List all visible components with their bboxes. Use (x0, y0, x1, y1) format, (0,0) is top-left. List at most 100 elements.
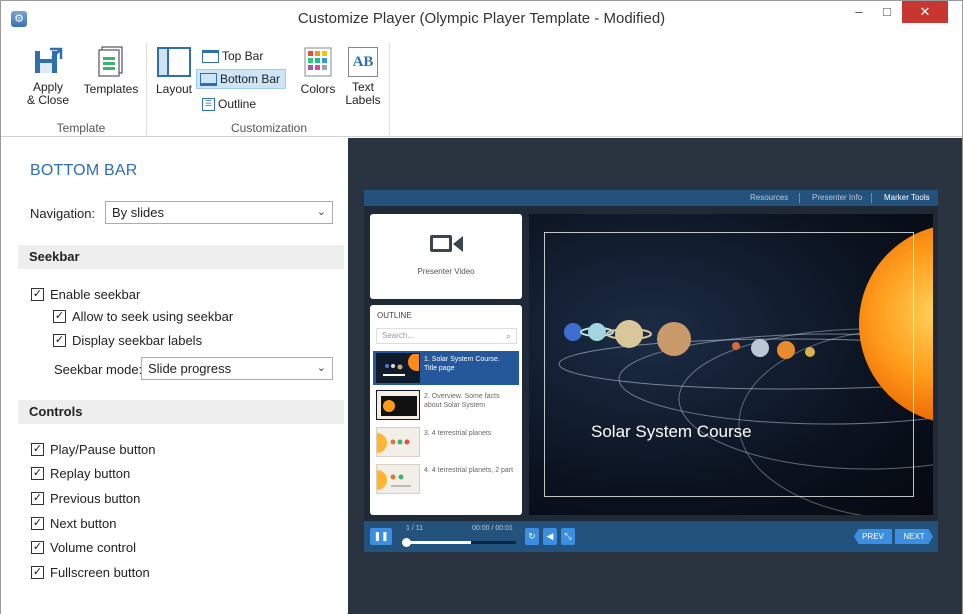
templates-label: Templates (83, 82, 139, 96)
bottom-bar-label: Bottom Bar (220, 72, 281, 86)
seekbar-mode-select[interactable]: Slide progress ⌄ (141, 357, 333, 380)
save-icon (35, 47, 63, 73)
apply-close-button[interactable]: Apply & Close (23, 45, 73, 107)
replay-icon: ↻ (528, 531, 536, 541)
colors-button[interactable]: Colors (297, 47, 339, 96)
presenter-info-link[interactable]: Presenter Info (812, 193, 862, 202)
replay-label: Replay button (50, 465, 131, 481)
pause-button[interactable]: ❚❚ (370, 528, 392, 545)
next-checkbox[interactable]: ✓ Next button (31, 514, 117, 532)
layout-button[interactable]: Layout (153, 47, 195, 96)
outline-item[interactable]: 4. 4 terrestrial planets, 2 part (373, 462, 519, 496)
checkbox-checked-icon: ✓ (31, 491, 44, 505)
customize-player-window: ⚙ Customize Player (Olympic Player Templ… (0, 0, 963, 614)
controls-section-header: Controls (18, 400, 344, 424)
player-bottom-bar: ❚❚ 1 / 11 00:00 / 00:01 ↻ ◀ ⤡ PREV NEXT (364, 521, 938, 552)
outline-title: OUTLINE (377, 311, 412, 320)
slide-thumbnail (376, 427, 420, 457)
outline-item[interactable]: 2. Overview. Some facts about Solar Syst… (373, 388, 519, 422)
minimize-button[interactable]: – (846, 1, 872, 23)
search-icon: ⌕ (505, 331, 511, 341)
seekbar[interactable] (404, 541, 516, 544)
player-preview: Resources Presenter Info Marker Tools Pr… (348, 138, 962, 614)
next-label: Next button (50, 515, 117, 531)
video-camera-lens-icon (453, 236, 463, 252)
checkbox-checked-icon: ✓ (31, 540, 44, 554)
volume-button[interactable]: ◀ (543, 528, 557, 545)
time-label: 00:00 / 00:01 (472, 525, 513, 532)
play-pause-label: Play/Pause button (50, 441, 156, 457)
volume-icon: ◀ (546, 531, 554, 541)
chevron-down-icon: ⌄ (316, 362, 326, 374)
text-labels-icon: AB (348, 47, 378, 77)
navigation-value: By slides (112, 205, 165, 220)
search-placeholder: Search... (382, 331, 415, 340)
slide-frame (544, 232, 914, 497)
bottom-bar-icon (200, 72, 217, 86)
close-button[interactable]: ✕ (902, 1, 948, 23)
checkbox-checked-icon: ✓ (31, 287, 44, 301)
fullscreen-icon: ⤡ (564, 531, 572, 541)
seekbar-mode-value: Slide progress (148, 361, 232, 376)
text-label-line2: Labels (345, 93, 381, 107)
volume-checkbox[interactable]: ✓ Volume control (31, 538, 136, 556)
presenter-video-box: Presenter Video (370, 214, 522, 299)
window-title: Customize Player (Olympic Player Templat… (297, 10, 666, 27)
checkbox-checked-icon: ✓ (31, 565, 44, 579)
enable-seekbar-label: Enable seekbar (50, 286, 141, 302)
checkbox-checked-icon: ✓ (31, 466, 44, 480)
volume-label: Volume control (50, 539, 136, 555)
marker-tools-link[interactable]: Marker Tools (884, 193, 930, 202)
replay-checkbox[interactable]: ✓ Replay button (31, 464, 130, 482)
checkbox-checked-icon: ✓ (53, 309, 66, 323)
colors-palette-icon (304, 47, 332, 77)
outline-item-text: 1. Solar System Course. Title page (424, 356, 500, 372)
outline-item-text: 3. 4 terrestrial planets (424, 430, 492, 437)
next-button[interactable]: NEXT (895, 529, 933, 544)
slide-canvas: Solar System Course (529, 214, 933, 515)
chevron-down-icon: ⌄ (316, 206, 326, 218)
player-top-bar: Resources Presenter Info Marker Tools (364, 190, 938, 206)
seekbar-progress (404, 541, 472, 544)
presenter-video-label: Presenter Video (417, 267, 475, 276)
top-bar-icon (202, 49, 219, 63)
fullscreen-checkbox[interactable]: ✓ Fullscreen button (31, 563, 150, 581)
ribbon: Apply & Close Templates Template Layout (1, 37, 962, 137)
replay-button[interactable]: ↻ (525, 528, 539, 545)
panel-title: BOTTOM BAR (30, 162, 138, 179)
outline-search-input[interactable]: Search... ⌕ (376, 328, 517, 344)
top-bar-button[interactable]: Top Bar (199, 46, 266, 66)
outline-item[interactable]: 1. Solar System Course. Title page (373, 351, 519, 385)
enable-seekbar-checkbox[interactable]: ✓ Enable seekbar (31, 285, 140, 303)
layout-icon (157, 47, 191, 77)
prev-button[interactable]: PREV (854, 529, 892, 544)
text-labels-button[interactable]: AB Text Labels (343, 47, 383, 107)
checkbox-checked-icon: ✓ (31, 516, 44, 530)
top-bar-separator (871, 193, 872, 203)
slide-thumbnail (376, 353, 420, 383)
ribbon-separator (146, 43, 147, 135)
allow-seek-checkbox[interactable]: ✓ Allow to seek using seekbar (53, 307, 233, 325)
navigation-label: Navigation: (30, 206, 96, 221)
display-seekbar-labels-checkbox[interactable]: ✓ Display seekbar labels (53, 331, 202, 349)
previous-checkbox[interactable]: ✓ Previous button (31, 489, 140, 507)
outline-item-text: 4. 4 terrestrial planets, 2 part (424, 467, 514, 474)
outline-label: Outline (218, 97, 257, 111)
maximize-button[interactable]: □ (874, 1, 900, 23)
outline-icon: ☰ (202, 97, 215, 111)
navigation-select[interactable]: By slides ⌄ (105, 201, 333, 224)
outline-button[interactable]: ☰ Outline (199, 94, 259, 114)
bottom-bar-settings-panel: BOTTOM BAR Navigation: By slides ⌄ Seekb… (1, 138, 347, 614)
video-camera-icon (430, 235, 452, 252)
outline-item-text: 2. Overview. Some facts about Solar Syst… (424, 393, 500, 409)
slide-thumbnail (376, 464, 420, 494)
play-pause-checkbox[interactable]: ✓ Play/Pause button (31, 440, 156, 458)
bottom-bar-button[interactable]: Bottom Bar (196, 69, 286, 89)
templates-button[interactable]: Templates (81, 45, 141, 96)
seekbar-handle[interactable] (402, 538, 411, 547)
resources-link[interactable]: Resources (750, 193, 788, 202)
outline-item[interactable]: 3. 4 terrestrial planets (373, 425, 519, 459)
seekbar-mode-label: Seekbar mode: (54, 362, 143, 377)
fullscreen-label: Fullscreen button (50, 564, 150, 580)
fullscreen-button[interactable]: ⤡ (561, 528, 575, 545)
